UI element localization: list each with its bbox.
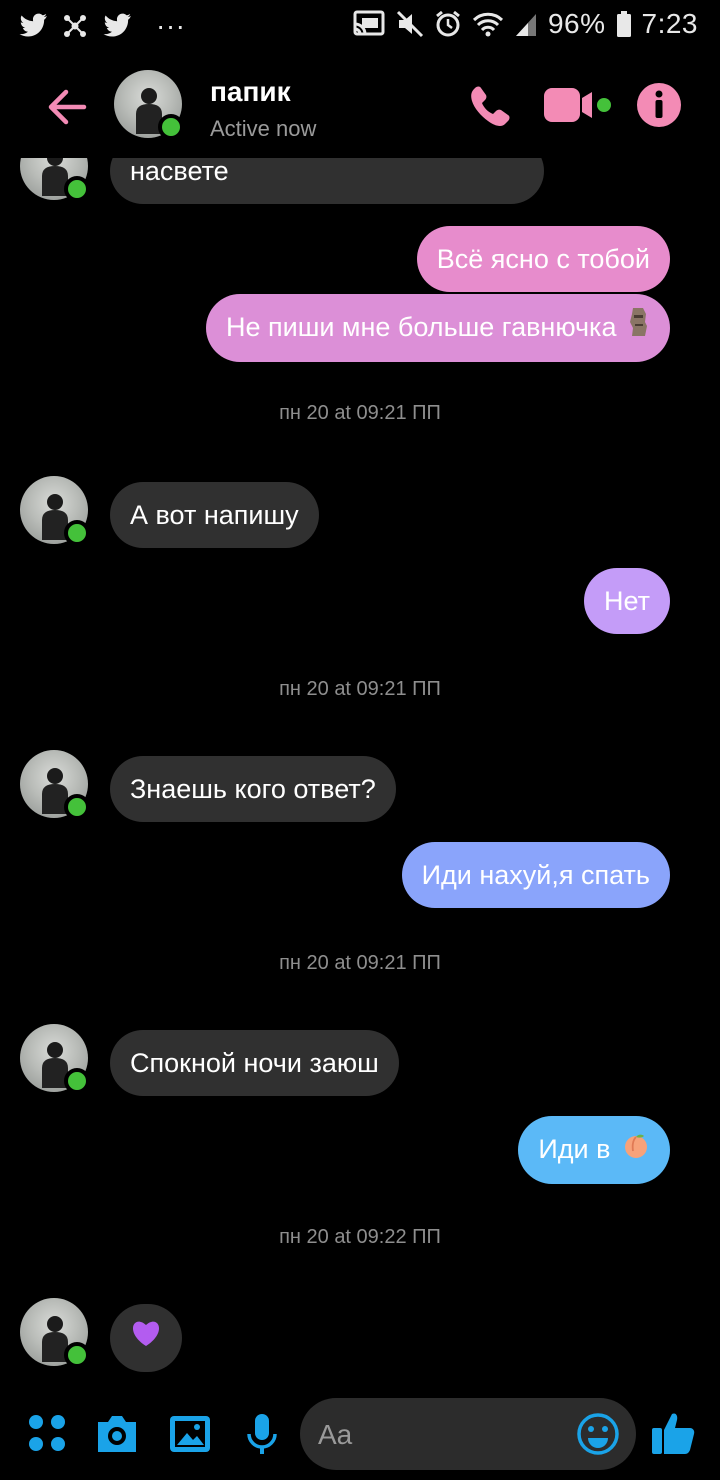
- message-bubble-incoming[interactable]: Знаешь кого ответ?: [110, 756, 396, 822]
- message-text: насвете: [130, 158, 229, 186]
- online-indicator: [64, 1342, 90, 1368]
- phone-icon: [471, 86, 510, 126]
- audio-call-button[interactable]: [466, 82, 514, 130]
- contact-name[interactable]: папик: [210, 76, 291, 108]
- composer-bar: [0, 1396, 720, 1476]
- online-indicator: [64, 794, 90, 820]
- contact-status: Active now: [210, 116, 317, 141]
- more-notifications-icon: ···: [156, 10, 186, 41]
- back-arrow-icon: [48, 89, 87, 125]
- timestamp: пн 20 at 09:21 ПП: [279, 678, 441, 700]
- message-bubble-outgoing[interactable]: Всё ясно с тобой: [416, 226, 670, 292]
- message-text: Всё ясно с тобой: [436, 244, 650, 274]
- peach-emoji-icon: [622, 1118, 650, 1184]
- network-icon: [62, 13, 88, 39]
- microphone-icon: [247, 1414, 277, 1454]
- wifi-icon: [472, 10, 504, 38]
- moai-emoji-icon: [628, 296, 650, 362]
- contact-avatar-small[interactable]: [20, 1298, 90, 1368]
- camera-icon: [98, 1416, 136, 1452]
- message-bubble-incoming[interactable]: насвете: [110, 158, 544, 204]
- message-text: Иди нахуй,я спать: [421, 860, 650, 890]
- message-text: Знаешь кого ответ?: [130, 774, 376, 804]
- video-call-button[interactable]: [542, 84, 618, 128]
- signal-icon: [514, 10, 538, 38]
- message-bubble-outgoing[interactable]: Не пиши мне больше гавнючка: [205, 294, 670, 362]
- online-indicator: [64, 520, 90, 546]
- video-camera-icon: [544, 88, 611, 122]
- online-indicator: [64, 176, 90, 202]
- back-button[interactable]: [42, 82, 92, 132]
- contact-avatar[interactable]: [114, 70, 184, 140]
- message-text: Иди в: [538, 1134, 611, 1164]
- message-text: Спокной ночи заюш: [130, 1048, 379, 1078]
- emoji-button[interactable]: [576, 1412, 620, 1456]
- timestamp: пн 20 at 09:21 ПП: [279, 402, 441, 424]
- info-button[interactable]: [636, 82, 682, 128]
- alarm-icon: [434, 10, 462, 38]
- four-dots-icon: [29, 1415, 65, 1451]
- contact-avatar-small[interactable]: [20, 476, 90, 546]
- message-bubble-incoming[interactable]: [110, 1304, 182, 1372]
- timestamp: пн 20 at 09:21 ПП: [279, 952, 441, 974]
- thumbs-up-icon: [652, 1413, 695, 1454]
- message-bubble-outgoing[interactable]: Нет: [584, 568, 670, 634]
- message-text: А вот напишу: [130, 500, 299, 530]
- voice-message-button[interactable]: [240, 1412, 284, 1456]
- camera-button[interactable]: [94, 1412, 138, 1456]
- status-bar: ··· 96% 7:23: [0, 0, 720, 50]
- info-icon: [637, 83, 681, 127]
- battery-percent: 96%: [547, 8, 606, 39]
- battery-icon: [616, 10, 632, 38]
- contact-avatar-small[interactable]: [20, 750, 90, 820]
- message-input[interactable]: [316, 1398, 570, 1472]
- more-actions-button[interactable]: [26, 1412, 70, 1456]
- image-icon: [170, 1416, 210, 1452]
- contact-avatar-small[interactable]: [20, 158, 90, 202]
- twitter-icon: [18, 13, 48, 39]
- smiley-icon: [577, 1413, 619, 1455]
- message-text: Нет: [604, 586, 650, 616]
- message-bubble-outgoing[interactable]: Иди нахуй,я спать: [401, 842, 670, 908]
- message-bubble-incoming[interactable]: А вот напишу: [110, 482, 319, 548]
- message-composer[interactable]: [300, 1398, 636, 1472]
- cast-icon: [352, 10, 386, 38]
- timestamp: пн 20 at 09:22 ПП: [279, 1226, 441, 1248]
- contact-avatar-small[interactable]: [20, 1024, 90, 1094]
- conversation-header: папик Active now: [0, 58, 720, 158]
- purple-heart-icon: [130, 1306, 162, 1372]
- message-bubble-outgoing[interactable]: Иди в: [518, 1116, 670, 1184]
- online-indicator: [64, 1068, 90, 1094]
- message-bubble-incoming[interactable]: Спокной ночи заюш: [110, 1030, 399, 1096]
- message-text: Не пиши мне больше гавнючка: [225, 312, 617, 342]
- mute-icon: [396, 10, 424, 38]
- message-list[interactable]: насвете Всё ясно с тобой Не пиши мне бол…: [0, 158, 720, 1390]
- online-indicator: [158, 114, 184, 140]
- clock: 7:23: [641, 8, 698, 39]
- gallery-button[interactable]: [168, 1412, 212, 1456]
- like-button[interactable]: [650, 1408, 698, 1456]
- twitter-icon: [102, 13, 132, 39]
